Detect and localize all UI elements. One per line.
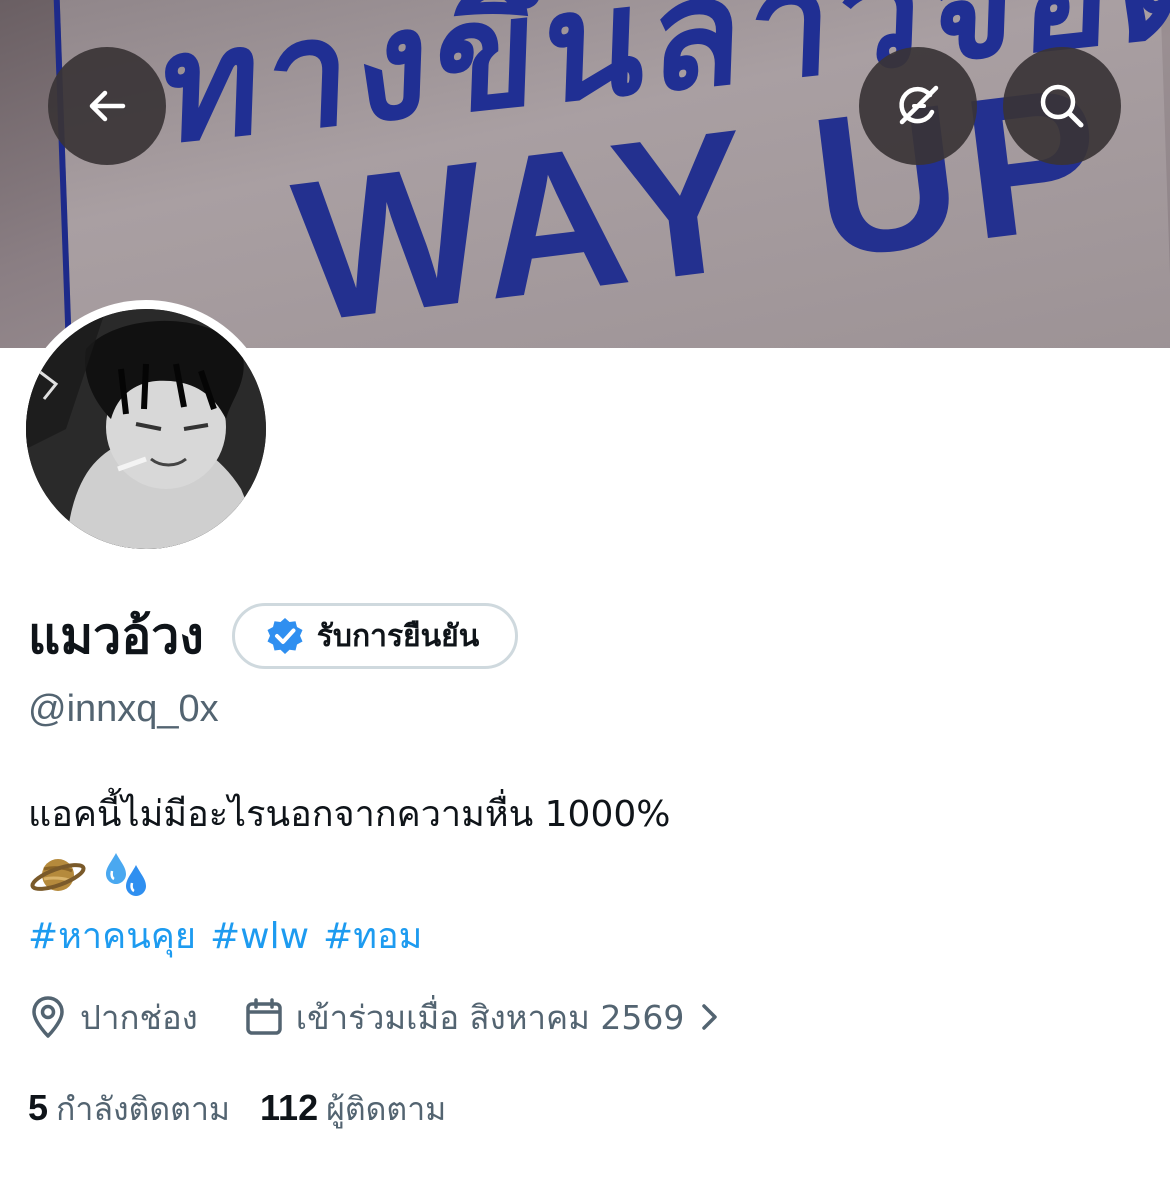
- following-label: กำลังติดตาม: [56, 1089, 231, 1128]
- following-link[interactable]: 5 กำลังติดตาม: [28, 1084, 230, 1135]
- location-label: ปากช่อง: [80, 997, 198, 1037]
- name-row: แมวอ้วง รับการยืนยัน: [28, 600, 519, 672]
- verified-badge-icon: [267, 618, 303, 654]
- follow-stats: 5 กำลังติดตาม 112 ผู้ติดตาม: [28, 1082, 446, 1136]
- bio-emojis: [30, 848, 154, 902]
- user-handle: @innxq_0x: [28, 688, 219, 730]
- profile-meta: ปากช่อง เข้าร่วมเมื่อ สิงหาคม 2569: [28, 990, 722, 1044]
- followers-link[interactable]: 112 ผู้ติดตาม: [260, 1084, 446, 1135]
- hashtag-link[interactable]: #wlw: [210, 912, 309, 962]
- calendar-icon: [246, 998, 282, 1035]
- location-item: ปากช่อง: [28, 991, 198, 1044]
- avatar-image: [26, 309, 266, 549]
- search-button[interactable]: [1003, 47, 1121, 165]
- grok-icon: [899, 85, 939, 125]
- arrow-left-icon: [89, 90, 126, 122]
- chevron-right-icon: [702, 1004, 718, 1030]
- followers-count: 112: [260, 1086, 319, 1128]
- get-verified-label: รับการยืนยัน: [316, 618, 480, 654]
- get-verified-button[interactable]: รับการยืนยัน: [231, 603, 519, 669]
- hashtag-link[interactable]: #หาคนคุย: [28, 912, 196, 962]
- display-name: แมวอ้วง: [28, 607, 204, 665]
- sweat-droplets-emoji-icon: [106, 853, 146, 896]
- joined-date-item[interactable]: เข้าร่วมเมื่อ สิงหาคม 2569: [244, 991, 723, 1044]
- bio-text: แอคนี้ไม่มีอะไรนอกจากความหื่น 1000%: [28, 794, 671, 835]
- back-button[interactable]: [48, 47, 166, 165]
- avatar-container[interactable]: [17, 300, 275, 558]
- hashtag-link[interactable]: #ทอม: [323, 912, 422, 962]
- bio-hashtags: #หาคนคุย #wlw #ทอม: [28, 912, 422, 962]
- location-pin-icon: [32, 996, 64, 1038]
- profile-banner[interactable]: ทางขึ้นลาวจอด WAY UP: [0, 0, 1170, 348]
- following-count: 5: [28, 1086, 49, 1128]
- grok-button[interactable]: [859, 47, 977, 165]
- ringed-planet-emoji-icon: [30, 859, 86, 891]
- avatar[interactable]: [26, 309, 266, 549]
- joined-date-label: เข้าร่วมเมื่อ สิงหาคม 2569: [295, 997, 685, 1037]
- followers-label: ผู้ติดตาม: [326, 1089, 447, 1128]
- search-icon: [1040, 84, 1084, 128]
